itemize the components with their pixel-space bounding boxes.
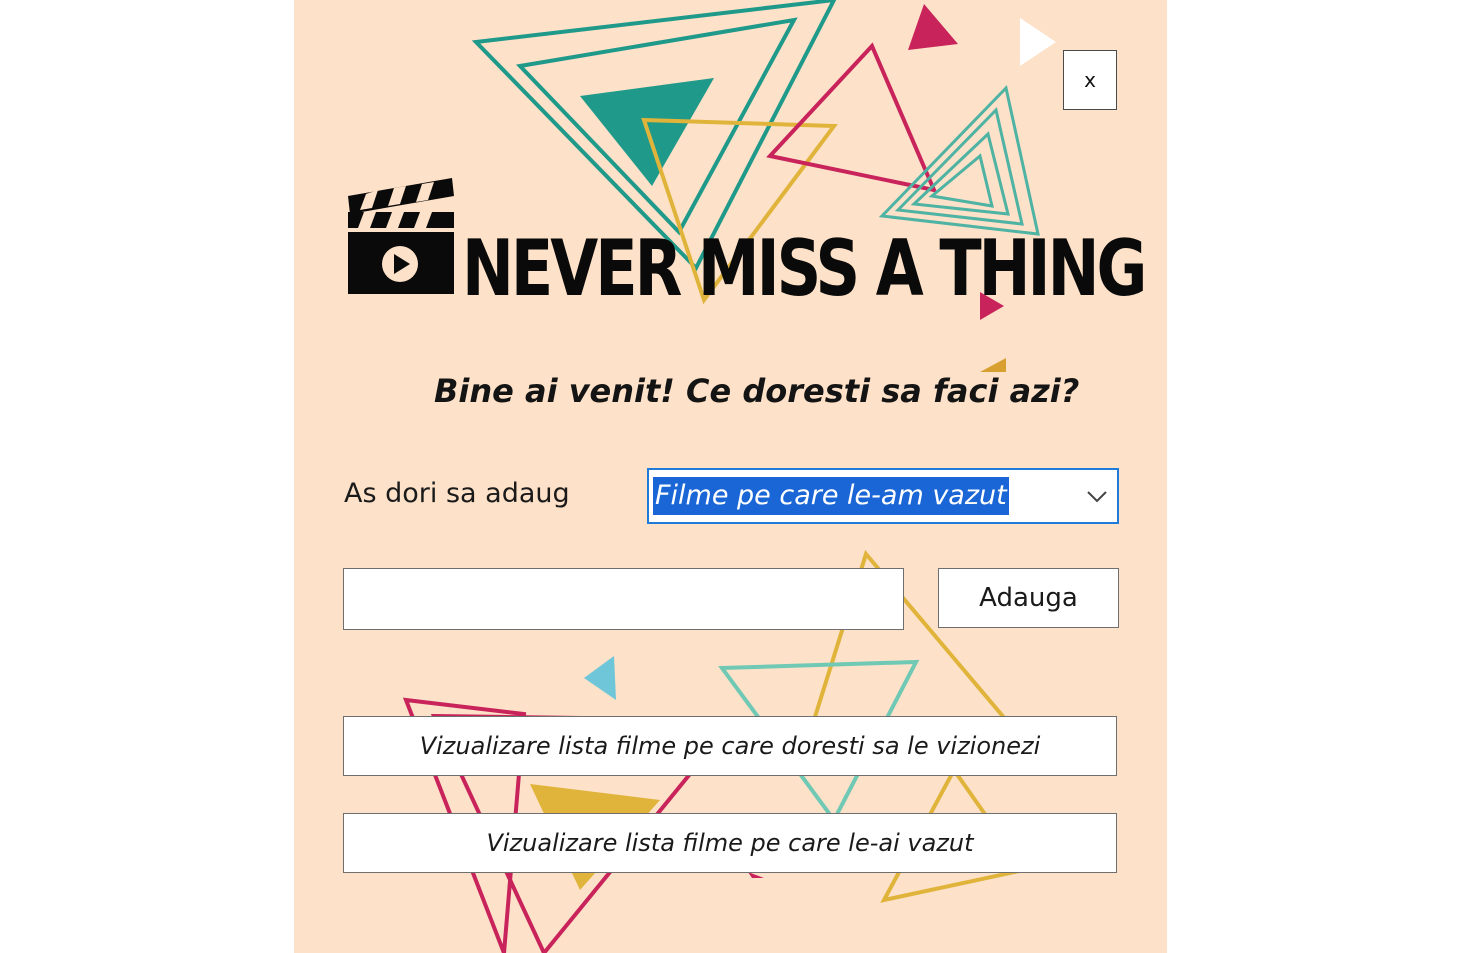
- add-button[interactable]: Adauga: [938, 568, 1119, 628]
- view-seen-list-button[interactable]: Vizualizare lista filme pe care le-ai va…: [343, 813, 1117, 873]
- movie-title-input[interactable]: [343, 568, 904, 630]
- close-button[interactable]: x: [1063, 50, 1117, 110]
- logo-text: NEVER MISS A THING: [462, 222, 1147, 314]
- view-watchlist-button[interactable]: Vizualizare lista filme pe care doresti …: [343, 716, 1117, 776]
- app-logo: NEVER MISS A THING: [346, 174, 1147, 307]
- category-select-value: Filme pe care le-am vazut: [653, 477, 1009, 515]
- welcome-heading: Bine ai venit! Ce doresti sa faci azi?: [434, 372, 1080, 410]
- main-window: x NEVER MISS A THING Bine ai venit! Ce d…: [294, 0, 1167, 953]
- category-select[interactable]: Filme pe care le-am vazut: [647, 468, 1119, 524]
- add-category-label: As dori sa adaug: [344, 478, 570, 509]
- chevron-down-icon[interactable]: [1085, 488, 1109, 504]
- clapperboard-play-icon: [348, 178, 454, 294]
